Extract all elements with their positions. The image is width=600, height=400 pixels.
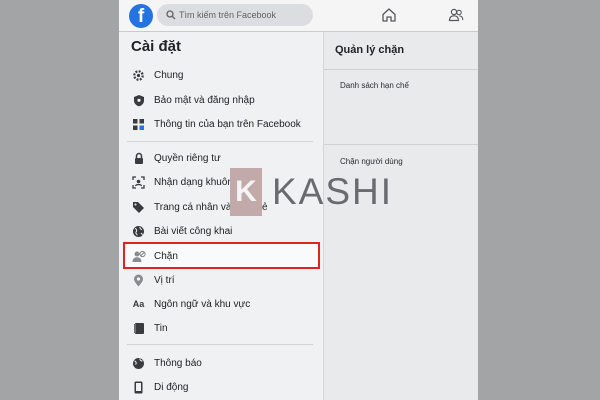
face-recognition-icon [131,175,146,190]
settings-title: Cài đặt [131,38,182,55]
sidebar-item-mobile[interactable]: Di động [127,376,319,398]
sidebar-item-language-and-region[interactable]: Aa Ngôn ngữ và khu vực [127,293,319,315]
sidebar-item-your-facebook-information[interactable]: Thông tin của bạn trên Facebook [127,113,319,135]
search-input[interactable] [179,4,309,26]
settings-sidebar: Cài đặt Chung Bảo mật và đăng nhập Thông… [119,32,322,400]
sidebar-item-label: Chặn [154,250,178,262]
globe-icon [131,224,146,239]
sidebar-item-privacy[interactable]: Quyền riêng tư [127,147,319,169]
globe-bell-icon [131,356,146,371]
divider [127,141,313,142]
sidebar-item-general[interactable]: Chung [127,64,319,86]
sidebar-item-label: Vị trí [154,274,175,286]
sidebar-item-notifications[interactable]: Thông báo [127,352,319,374]
sidebar-item-label: Ngôn ngữ và khu vực [154,298,251,310]
watermark-logo-box: K [230,168,262,216]
tag-icon [131,200,146,215]
sidebar-item-label: Quyền riêng tư [154,152,221,164]
sidebar-item-label: Bài viết công khai [154,225,233,237]
lock-icon [131,151,146,166]
sidebar-item-label: Thông báo [154,357,202,369]
home-icon[interactable] [381,7,397,23]
gear-icon [131,68,146,83]
sidebar-item-public-posts[interactable]: Bài viết công khai [127,220,319,242]
sidebar-item-label: Thông tin của bạn trên Facebook [154,118,301,130]
search-icon [166,10,176,20]
divider [324,144,478,145]
sidebar-item-location[interactable]: Vị trí [127,269,319,291]
sidebar-item-stories[interactable]: Tin [127,317,319,339]
book-icon [131,321,146,336]
restricted-list-label[interactable]: Danh sách hạn chế [340,81,409,90]
block-user-icon [131,249,146,264]
sidebar-item-label: Tin [154,322,168,334]
divider [127,344,313,345]
facebook-settings-screen: f Cài đặt Chung [119,0,478,400]
sidebar-item-blocking[interactable]: Chặn [127,245,319,267]
divider [324,69,478,70]
sidebar-item-label: Di động [154,381,189,393]
block-users-label[interactable]: Chặn người dùng [340,157,403,166]
search-box[interactable] [157,4,313,26]
facebook-logo[interactable]: f [129,4,153,28]
location-pin-icon [131,273,146,288]
language-icon: Aa [132,299,145,309]
facebook-grid-icon [131,117,146,132]
panel-title: Quản lý chặn [335,44,405,56]
sidebar-item-label: Bảo mật và đăng nhập [154,94,255,106]
sidebar-item-label: Chung [154,69,184,81]
block-settings-panel: Quản lý chặn Danh sách hạn chế Chặn ngườ… [323,32,478,400]
shield-icon [131,93,146,108]
sidebar-item-security[interactable]: Bảo mật và đăng nhập [127,89,319,111]
mobile-icon [131,380,146,395]
top-navigation-bar: f [119,0,478,32]
watermark-text: KASHI [272,171,394,212]
friends-icon[interactable] [448,7,464,23]
